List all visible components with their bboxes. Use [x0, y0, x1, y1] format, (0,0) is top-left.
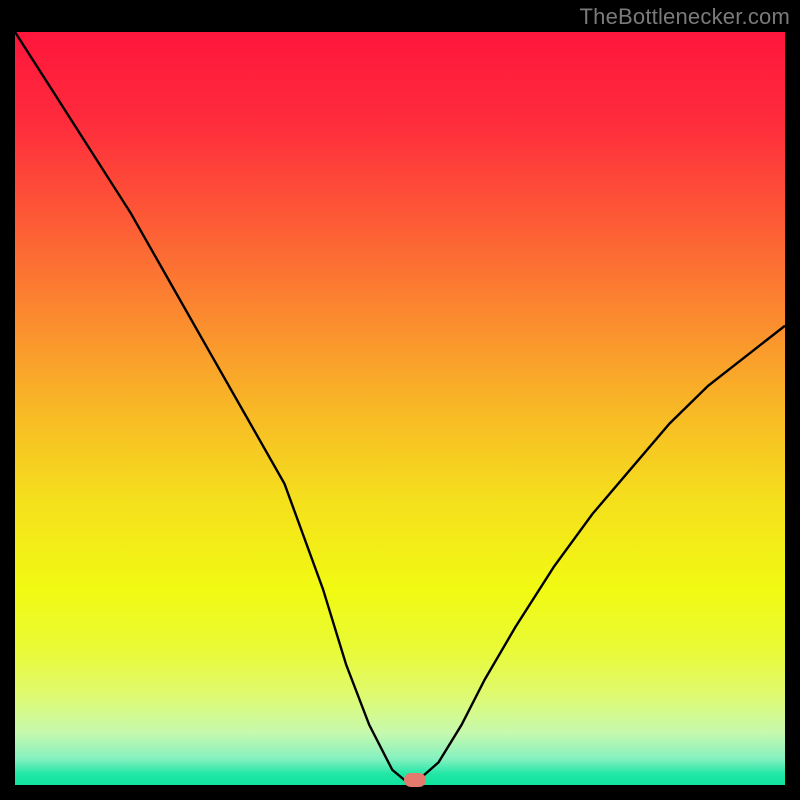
figure-root: TheBottlenecker.com: [0, 0, 800, 800]
plot-svg: [15, 32, 785, 785]
gradient-background: [15, 32, 785, 785]
attribution-text: TheBottlenecker.com: [580, 4, 790, 30]
plot-area: [15, 32, 785, 785]
optimal-point-marker: [404, 773, 426, 787]
